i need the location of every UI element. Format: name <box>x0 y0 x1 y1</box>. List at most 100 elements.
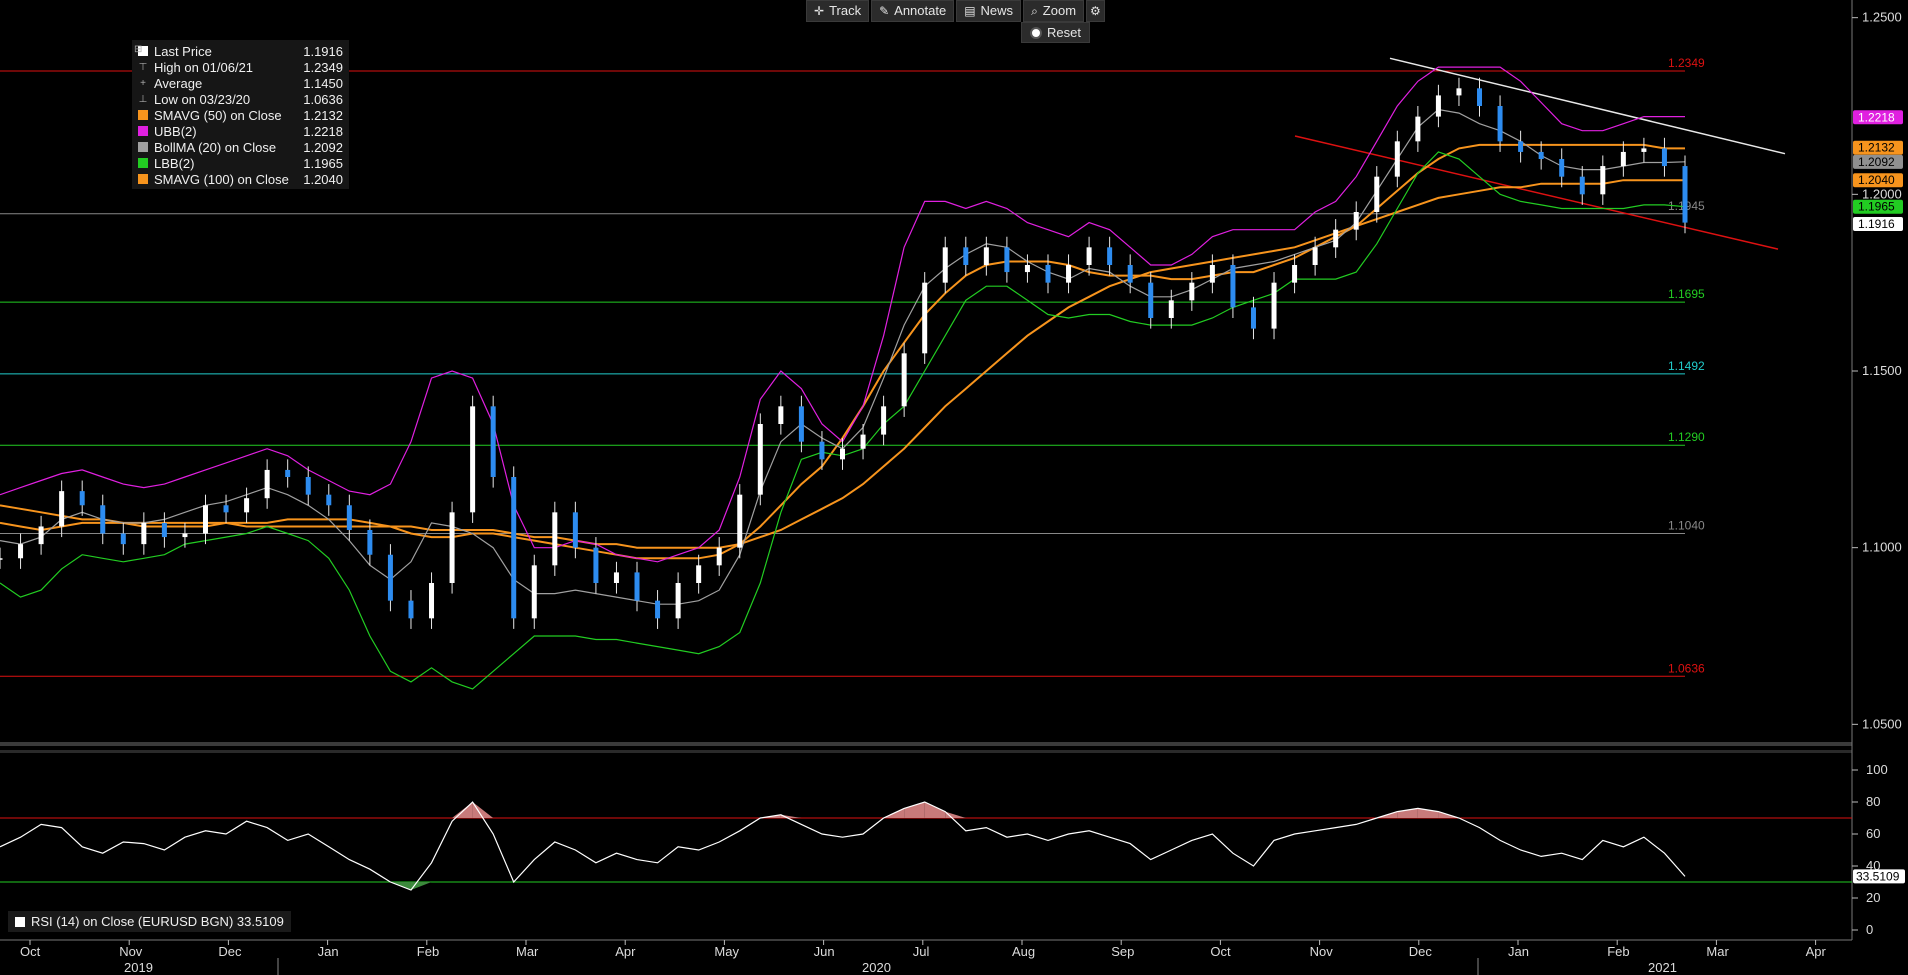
x-tick-label: May <box>714 944 739 959</box>
candle-body <box>1456 88 1462 96</box>
candle-body <box>942 247 948 283</box>
candle-body <box>182 533 188 538</box>
legend-value: 1.0636 <box>303 91 343 107</box>
candle-body <box>1312 247 1318 265</box>
x-tick-label: Sep <box>1111 944 1134 959</box>
overbought-fill <box>472 802 494 818</box>
y-tick-label: 1.1500 <box>1862 363 1902 378</box>
settings-button[interactable]: ⚙ <box>1086 0 1105 22</box>
candle-body <box>675 583 681 619</box>
legend-item[interactable]: ⊥ Low on 03/23/20 1.0636 <box>138 91 343 107</box>
level-label: 1.1695 <box>1668 287 1705 301</box>
series-line <box>0 151 1686 690</box>
overbought-fill <box>904 802 925 818</box>
reset-button[interactable]: Reset <box>1021 22 1090 43</box>
legend-swatch <box>138 174 148 184</box>
candle-body <box>1518 141 1524 152</box>
legend-item[interactable]: LBB(2) 1.1965 <box>138 155 343 171</box>
candle-body <box>1682 166 1688 223</box>
candle-body <box>860 434 866 449</box>
candle-body <box>1579 176 1585 195</box>
rsi-swatch <box>15 916 25 927</box>
candle-body <box>1148 282 1154 318</box>
legend-value: 1.1916 <box>303 43 343 59</box>
news-button[interactable]: ▤ News <box>956 0 1022 22</box>
candle-body <box>1127 265 1133 283</box>
legend-item[interactable]: SMAVG (100) on Close 1.2040 <box>138 171 343 187</box>
candle-body <box>1004 247 1010 273</box>
candle-body <box>716 547 722 566</box>
candle-body <box>18 544 24 559</box>
candle-body <box>655 600 661 619</box>
candle-body <box>1209 265 1215 283</box>
candle-body <box>1600 166 1606 195</box>
x-tick-label: Feb <box>417 944 439 959</box>
candle-body <box>120 533 126 545</box>
candle-body <box>1353 212 1359 230</box>
legend-value: 1.2349 <box>303 59 343 75</box>
candle-body <box>572 512 578 548</box>
candle-body <box>1333 229 1339 248</box>
rsi-legend-label: RSI (14) on Close (EURUSD BGN) 33.5109 <box>31 914 284 929</box>
legend-item[interactable]: Last Price 1.1916 <box>138 43 343 59</box>
annotate-button[interactable]: ✎ Annotate <box>871 0 955 22</box>
legend-item[interactable]: SMAVG (50) on Close 1.2132 <box>138 107 343 123</box>
level-label: 1.1290 <box>1668 430 1705 444</box>
level-label: 1.0636 <box>1668 661 1705 675</box>
candle-body <box>161 522 167 538</box>
candle-body <box>79 491 85 506</box>
x-tick-label: Jun <box>814 944 835 959</box>
candle-body <box>449 512 455 583</box>
candle-body <box>470 406 476 513</box>
legend-item[interactable]: UBB(2) 1.2218 <box>138 123 343 139</box>
x-tick-label: Mar <box>516 944 539 959</box>
level-label: 1.1040 <box>1668 519 1705 533</box>
candle-body <box>531 565 537 619</box>
chart-toolbar: ✛ Track ✎ Annotate ▤ News ⌕ Zoom ⚙ <box>806 0 1105 22</box>
zoom-button[interactable]: ⌕ Zoom <box>1023 0 1085 22</box>
legend-value: 1.2040 <box>303 171 343 187</box>
last-value-text: 1.2132 <box>1858 141 1895 155</box>
x-tick-label: Feb <box>1607 944 1629 959</box>
candle-body <box>922 282 928 354</box>
legend-item[interactable]: BollMA (20) on Close 1.2092 <box>138 139 343 155</box>
legend-item[interactable]: + Average 1.1450 <box>138 75 343 91</box>
candle-body <box>326 494 332 506</box>
legend-value: 1.1965 <box>303 155 343 171</box>
candle-body <box>1271 282 1277 329</box>
candle-body <box>1024 265 1030 273</box>
x-tick-label: Dec <box>1409 944 1433 959</box>
legend-item[interactable]: ⊤ High on 01/06/21 1.2349 <box>138 59 343 75</box>
rsi-tick-label: 60 <box>1866 826 1880 841</box>
panel-divider <box>0 750 1852 753</box>
x-tick-label: Oct <box>1210 944 1231 959</box>
legend-label: LBB(2) <box>154 155 195 171</box>
candle-body <box>1230 265 1236 308</box>
rsi-tick-label: 0 <box>1866 922 1873 937</box>
x-tick-label: Apr <box>615 944 636 959</box>
x-tick-label: Jul <box>913 944 930 959</box>
x-tick-label: Mar <box>1706 944 1729 959</box>
candle-body <box>490 406 496 477</box>
candle-body <box>778 406 784 424</box>
track-button[interactable]: ✛ Track <box>806 0 870 22</box>
legend-label: High on 01/06/21 <box>154 59 254 75</box>
panel-divider <box>0 742 1852 746</box>
candle-body <box>634 572 640 601</box>
candle-body <box>1620 151 1626 167</box>
legend-label: SMAVG (100) on Close <box>154 171 289 187</box>
candle-body <box>264 469 270 499</box>
candle-body <box>1168 300 1174 318</box>
candle-body <box>1066 265 1072 283</box>
candle-body <box>1641 148 1647 152</box>
candle-body <box>1415 116 1421 142</box>
legend-label: SMAVG (50) on Close <box>154 107 282 123</box>
collapse-icon[interactable]: ⊟ <box>134 44 142 55</box>
rsi-legend: RSI (14) on Close (EURUSD BGN) 33.5109 <box>8 911 291 932</box>
candle-body <box>798 406 804 442</box>
candle-body <box>737 494 743 548</box>
reset-label: Reset <box>1047 25 1081 40</box>
candle-body <box>1107 247 1113 265</box>
candle-body <box>696 565 702 583</box>
candle-body <box>1374 176 1380 212</box>
